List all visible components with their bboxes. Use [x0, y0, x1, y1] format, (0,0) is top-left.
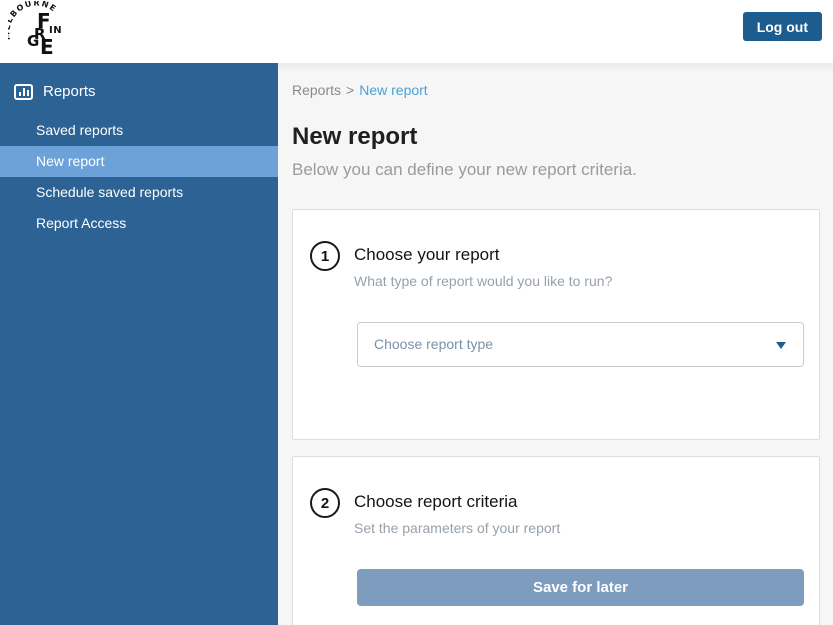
step-1-number-badge: 1 — [310, 241, 340, 271]
logo-letter-g: G — [27, 34, 39, 49]
step-2-card: 2 Choose report criteria Set the paramet… — [292, 456, 820, 625]
breadcrumb-current-new-report[interactable]: New report — [359, 82, 427, 98]
sidebar-item-report-access[interactable]: Report Access — [0, 208, 278, 239]
main-content: Reports > New report New report Below you … — [278, 63, 833, 625]
sidebar-items: Saved reports New report Schedule saved … — [0, 115, 278, 239]
step-2-description: Set the parameters of your report — [354, 520, 560, 536]
sidebar-item-schedule-saved-reports[interactable]: Schedule saved reports — [0, 177, 278, 208]
top-header: MELBOURNE F R IN G E Log out — [0, 0, 833, 63]
breadcrumb: Reports > New report — [292, 82, 820, 98]
report-type-dropdown-value: Choose report type — [374, 336, 493, 352]
bar-chart-icon — [14, 84, 33, 100]
sidebar-section-label: Reports — [43, 83, 96, 100]
report-type-dropdown[interactable]: Choose report type — [357, 322, 804, 367]
logout-button[interactable]: Log out — [743, 12, 822, 41]
sidebar-item-saved-reports[interactable]: Saved reports — [0, 115, 278, 146]
step-1-title: Choose your report — [354, 241, 612, 265]
sidebar-nav: Reports Saved reports New report Schedul… — [0, 63, 278, 625]
save-for-later-button[interactable]: Save for later — [357, 569, 804, 606]
sidebar-section-reports[interactable]: Reports — [0, 63, 278, 100]
melbourne-fringe-logo: MELBOURNE F R IN G E — [8, 1, 72, 61]
step-2-number-badge: 2 — [310, 488, 340, 518]
logo-letter-e: E — [40, 37, 54, 57]
step-1-card: 1 Choose your report What type of report… — [292, 209, 820, 440]
breadcrumb-reports-link[interactable]: Reports — [292, 82, 341, 98]
page-title: New report — [292, 123, 820, 151]
step-1-description: What type of report would you like to ru… — [354, 273, 612, 289]
breadcrumb-separator: > — [346, 82, 354, 98]
step-2-title: Choose report criteria — [354, 488, 560, 512]
page-subtitle: Below you can define your new report cri… — [292, 160, 820, 180]
sidebar-item-new-report[interactable]: New report — [0, 146, 278, 177]
chevron-down-icon — [776, 342, 786, 349]
